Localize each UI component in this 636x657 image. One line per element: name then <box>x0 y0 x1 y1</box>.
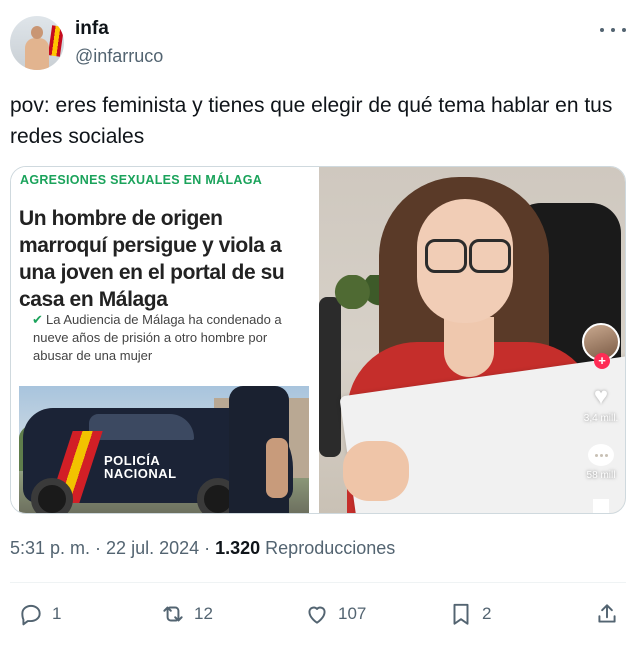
neck-graphic <box>444 317 494 377</box>
video-screenshot: + ♥ 3,4 mill. 58 mill <box>319 167 625 513</box>
bookmark-icon <box>453 603 469 625</box>
lamp-graphic <box>319 297 341 457</box>
glasses-icon <box>425 239 467 273</box>
heart-icon: ♥ <box>593 383 609 410</box>
wheel-graphic <box>31 478 73 513</box>
tweet-text: pov: eres feminista y tienes que elegir … <box>10 94 613 148</box>
like-button[interactable]: 107 <box>304 598 366 630</box>
share-button[interactable] <box>594 598 620 630</box>
reply-count: 1 <box>52 604 62 623</box>
share-icon <box>598 604 616 623</box>
retweet-icon <box>163 606 183 622</box>
heart-icon <box>308 606 326 624</box>
more-dot <box>600 28 604 32</box>
comment-bubble-icon <box>588 444 614 466</box>
meta-separator: · <box>90 538 107 558</box>
officer-arm-graphic <box>266 438 288 498</box>
reply-button[interactable]: 1 <box>18 598 61 630</box>
media-image[interactable]: AGRESIONES SEXUALES EN MÁLAGA Un hombre … <box>10 166 626 514</box>
author-name[interactable]: infa <box>75 18 109 40</box>
glasses-icon <box>469 239 511 273</box>
video-comment-count: 58 mill <box>586 470 616 481</box>
news-subhead: La Audiencia de Málaga ha condenado a nu… <box>33 312 282 363</box>
avatar-figure-head <box>31 26 43 39</box>
divider <box>10 582 626 583</box>
check-icon: ✔ <box>32 312 43 327</box>
views-label: Reproducciones <box>260 538 396 558</box>
avatar-figure-body <box>25 38 49 70</box>
like-count: 107 <box>338 604 367 623</box>
author-avatar[interactable] <box>10 16 64 70</box>
news-headline: Un hombre de origen marroquí persigue y … <box>19 207 285 311</box>
tweet-header: infa @infarruco <box>10 16 626 70</box>
car-livery-text: POLICÍA NACIONAL <box>104 454 177 480</box>
follow-plus-icon: + <box>594 353 610 369</box>
reply-icon <box>21 604 41 626</box>
views-count: 1.320 <box>215 538 261 558</box>
more-dot <box>611 28 615 32</box>
video-like-count: 3,4 mill. <box>583 413 619 424</box>
police-car-photo: POLICÍA NACIONAL <box>19 386 309 513</box>
news-kicker: AGRESIONES SEXUALES EN MÁLAGA <box>20 173 263 187</box>
tweet-actions: 1 12 107 2 <box>10 598 626 630</box>
author-handle[interactable]: @infarruco <box>75 46 163 67</box>
more-horizontal-icon[interactable] <box>600 20 626 40</box>
retweet-count: 12 <box>194 604 213 623</box>
meta-separator: · <box>199 538 216 558</box>
bookmark-icon <box>593 499 609 513</box>
video-side-actions: + ♥ 3,4 mill. 58 mill <box>581 323 621 513</box>
tweet-meta: 5:31 p. m. · 22 jul. 2024 · 1.320 Reprod… <box>10 538 395 559</box>
bookmark-count: 2 <box>482 604 492 623</box>
tweet-date[interactable]: 22 jul. 2024 <box>106 538 199 558</box>
news-screenshot: AGRESIONES SEXUALES EN MÁLAGA Un hombre … <box>11 167 319 513</box>
creator-avatar: + <box>582 323 620 369</box>
car-livery-line2: NACIONAL <box>104 466 177 481</box>
hand-graphic <box>343 441 409 501</box>
bookmark-button[interactable]: 2 <box>448 598 491 630</box>
flag-graphic <box>47 25 64 57</box>
tweet-time[interactable]: 5:31 p. m. <box>10 538 90 558</box>
retweet-button[interactable]: 12 <box>160 598 213 630</box>
car-window-graphic <box>89 414 194 440</box>
more-dot <box>622 28 626 32</box>
